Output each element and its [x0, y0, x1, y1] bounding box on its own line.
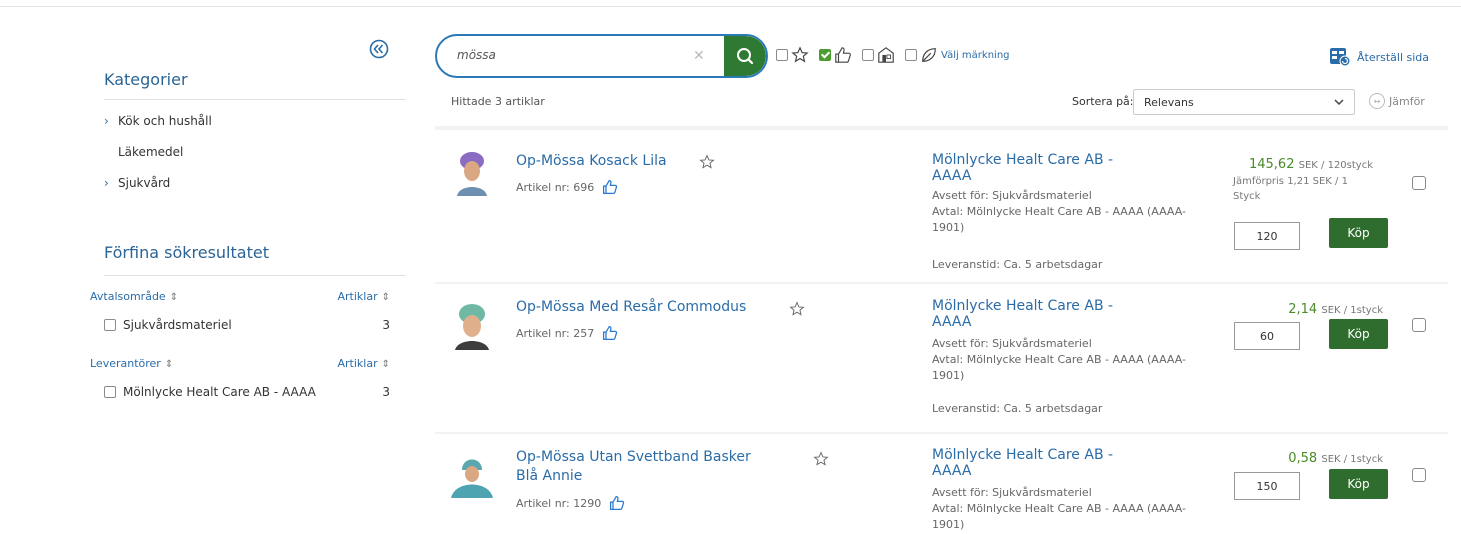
thumbs-up-icon [603, 325, 618, 341]
favorite-star-icon[interactable] [813, 451, 829, 467]
price: 2,14 SEK / 1styck [1288, 302, 1383, 317]
quantity-input[interactable]: 60 [1234, 322, 1300, 350]
compare-icon: ↔ [1369, 93, 1385, 109]
favorite-star-icon[interactable] [789, 301, 805, 317]
sort-select[interactable]: Relevans [1133, 89, 1355, 115]
facet-header-leverantorer[interactable]: Leverantörer ⇕ Artiklar ⇕ [90, 357, 390, 370]
refine-title: Förfina sökresultatet [104, 243, 269, 262]
checkbox[interactable] [905, 49, 917, 61]
product-image[interactable] [447, 146, 497, 196]
product-meta: Avsett för: Sjukvårdsmateriel Avtal: Möln… [932, 337, 1187, 382]
product-image[interactable] [447, 300, 497, 350]
supplier-link[interactable]: Mölnlycke Healt Care AB - AAAA [932, 447, 1212, 479]
search-bar: ✕ [435, 34, 768, 78]
favorite-star-icon[interactable] [699, 154, 715, 170]
facet-header-avtalsomrade[interactable]: Avtalsområde ⇕ Artiklar ⇕ [90, 290, 390, 303]
reset-page-link[interactable]: Återställ sida [1329, 47, 1429, 67]
product-title-link[interactable]: Op-Mössa Kosack Lila [516, 152, 667, 171]
sort-arrows-icon: ⇕ [381, 292, 390, 303]
article-number: Artikel nr: 257 [516, 325, 618, 341]
star-icon [791, 46, 809, 63]
leaf-icon [922, 48, 936, 62]
results-list: Op-Mössa Kosack Lila Artikel nr: 696 Möl… [435, 126, 1448, 534]
sort-label: Sortera på: [1072, 95, 1134, 108]
article-number: Artikel nr: 1290 [516, 495, 625, 511]
checkbox[interactable] [104, 386, 116, 398]
compare-checkbox[interactable] [1412, 318, 1426, 332]
product-meta: Avsett för: Sjukvårdsmateriel Avtal: Möln… [932, 486, 1187, 531]
store-icon [878, 47, 894, 63]
category-lakemedel[interactable]: Läkemedel [104, 145, 183, 159]
sort-arrows-icon: ⇕ [164, 359, 174, 370]
quantity-input[interactable]: 150 [1234, 472, 1300, 500]
compare-button[interactable]: ↔ Jämför [1369, 93, 1425, 109]
buy-button[interactable]: Köp [1329, 319, 1388, 349]
facet-option[interactable]: Sjukvårdsmateriel 3 [104, 318, 390, 332]
buy-button[interactable]: Köp [1329, 218, 1388, 248]
thumbs-up-icon [835, 47, 851, 63]
article-number: Artikel nr: 696 [516, 179, 618, 195]
divider [104, 99, 406, 100]
collapse-sidebar-icon[interactable] [369, 39, 389, 59]
filter-marking[interactable]: Välj märkning [905, 46, 1010, 64]
product-image[interactable] [447, 450, 497, 500]
price: 145,62 SEK / 120styck [1248, 157, 1373, 172]
search-input[interactable] [455, 47, 709, 63]
sort-arrows-icon: ⇕ [381, 359, 390, 370]
category-kok-och-hushall[interactable]: › Kök och hushåll [104, 114, 212, 128]
compare-checkbox[interactable] [1412, 468, 1426, 482]
categories-title: Kategorier [104, 70, 188, 89]
quantity-input[interactable]: 120 [1234, 222, 1300, 250]
supplier-link[interactable]: Mölnlycke Healt Care AB - AAAA [932, 298, 1212, 330]
product-meta: Avsett för: Sjukvårdsmateriel Avtal: Möln… [932, 189, 1187, 234]
filter-favorites[interactable] [776, 46, 809, 64]
sort-arrows-icon: ⇕ [169, 292, 179, 303]
price: 0,58 SEK / 1styck [1288, 451, 1383, 466]
facet-option[interactable]: Mölnlycke Healt Care AB - AAAA 3 [104, 385, 390, 399]
product-row: Op-Mössa Kosack Lila Artikel nr: 696 Möl… [435, 130, 1448, 282]
clear-icon[interactable]: ✕ [693, 48, 705, 64]
results-count: Hittade 3 artiklar [451, 95, 545, 108]
reset-page-icon [1330, 48, 1351, 67]
divider [104, 275, 406, 276]
product-row: Op-Mössa Utan Svettband Basker Blå Annie … [435, 434, 1448, 534]
filter-recommended[interactable] [819, 46, 852, 64]
checkbox-checked[interactable] [819, 49, 831, 61]
chevron-right-icon: › [104, 176, 109, 190]
search-button[interactable] [724, 36, 766, 76]
comparison-price: Jämförpris 1,21 SEK / 1 Styck [1233, 176, 1348, 202]
supplier-link[interactable]: Mölnlycke Healt Care AB - AAAA [932, 152, 1212, 184]
product-title-link[interactable]: Op-Mössa Utan Svettband Basker Blå Annie [516, 448, 751, 486]
checkbox[interactable] [862, 49, 874, 61]
top-divider [0, 6, 1461, 7]
delivery-time: Leveranstid: Ca. 5 arbetsdagar [932, 258, 1103, 271]
thumbs-up-icon [603, 179, 618, 195]
checkbox[interactable] [104, 319, 116, 331]
buy-button[interactable]: Köp [1329, 469, 1388, 499]
thumbs-up-icon [610, 495, 625, 511]
chevron-right-icon: › [104, 114, 109, 128]
filter-local-stock[interactable] [862, 46, 895, 64]
filter-bar: Välj märkning [776, 46, 1020, 64]
search-icon [737, 48, 754, 65]
chevron-down-icon [1334, 99, 1344, 106]
delivery-time: Leveranstid: Ca. 5 arbetsdagar [932, 402, 1103, 415]
product-title-link[interactable]: Op-Mössa Med Resår Commodus [516, 298, 746, 317]
product-row: Op-Mössa Med Resår Commodus Artikel nr: … [435, 284, 1448, 432]
checkbox[interactable] [776, 49, 788, 61]
compare-checkbox[interactable] [1412, 176, 1426, 190]
category-sjukvard[interactable]: › Sjukvård [104, 176, 170, 190]
